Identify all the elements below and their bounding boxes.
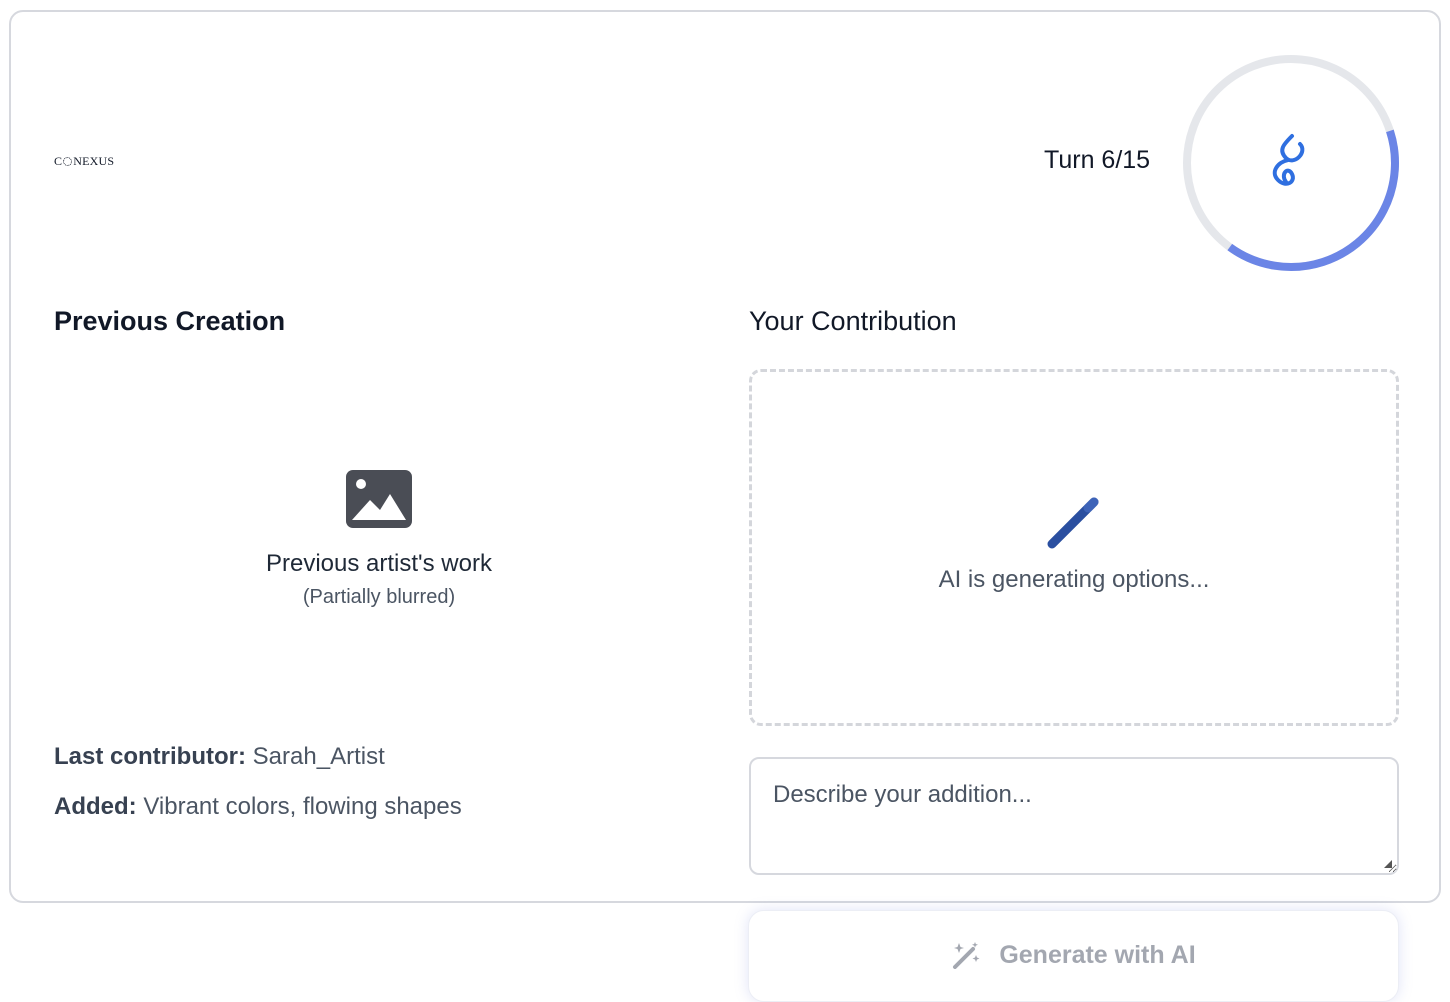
generate-button-label: Generate with AI <box>999 941 1196 969</box>
last-contributor: Last contributor: Sarah_Artist <box>54 743 385 770</box>
previous-artwork-subcaption: (Partially blurred) <box>302 586 456 608</box>
conexus-logo: C NEXUS <box>54 154 115 168</box>
previous-artwork-preview: Previous artist's work (Partially blurre… <box>54 360 704 720</box>
describe-addition-input[interactable] <box>749 757 1399 875</box>
previous-artwork-caption: Previous artist's work <box>266 550 492 577</box>
contribution-canvas: AI is generating options... <box>749 369 1399 726</box>
your-contribution-title: Your Contribution <box>749 306 957 336</box>
turn-counter: Turn 6/15 <box>1044 146 1151 174</box>
generate-with-ai-button[interactable]: Generate with AI <box>748 910 1399 1002</box>
generation-status: AI is generating options... <box>938 566 1210 593</box>
magic-wand-icon <box>1047 497 1099 549</box>
image-icon <box>346 470 412 528</box>
added-description: Added: Vibrant colors, flowing shapes <box>54 793 462 820</box>
hourglass-flow-icon <box>1272 134 1305 186</box>
turn-timer <box>1182 54 1400 272</box>
resize-handle[interactable] <box>1384 860 1392 868</box>
previous-creation-title: Previous Creation <box>54 306 286 336</box>
sparkle-wand-icon <box>953 942 980 969</box>
